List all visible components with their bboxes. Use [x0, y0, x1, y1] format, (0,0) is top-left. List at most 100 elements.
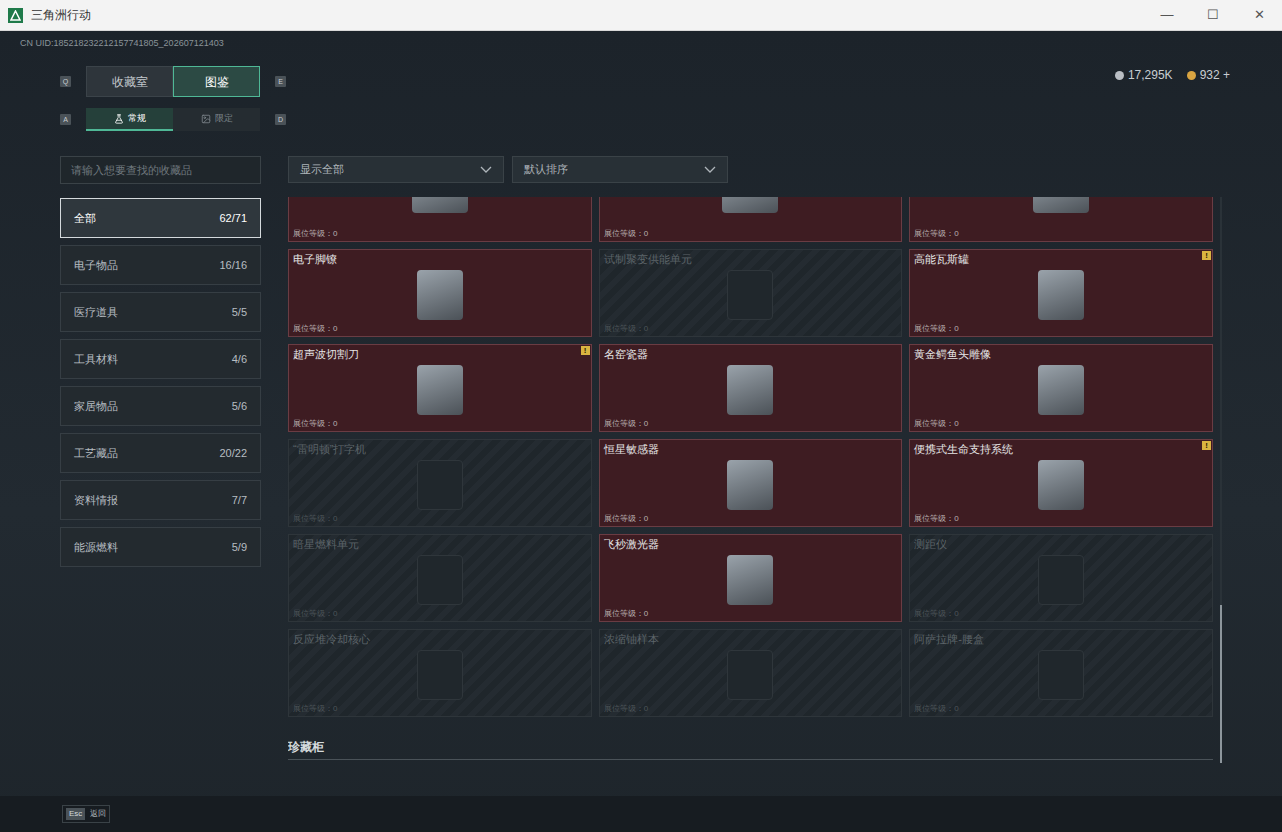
- card-name: 名窑瓷器: [604, 347, 898, 361]
- collection-card[interactable]: 阿萨拉牌-腰盒展位等级：0: [909, 629, 1213, 717]
- chevron-down-icon: [480, 166, 492, 174]
- card-name: 浓缩铀样本: [604, 632, 898, 646]
- card-level: 展位等级：0: [604, 229, 898, 239]
- card-name: 电子脚镣: [293, 252, 587, 266]
- app-window: 三角洲行动 —☐✕CN UID:185218232212157741805_202…: [0, 0, 1282, 832]
- back-button[interactable]: Esc返回: [62, 805, 110, 823]
- card-level: 展位等级：0: [604, 704, 898, 714]
- collection-card[interactable]: 反应堆冷却核心展位等级：0: [288, 629, 592, 717]
- collection-card[interactable]: 恒星敏感器展位等级：0: [599, 439, 903, 527]
- sub-tab[interactable]: 限定: [173, 108, 260, 131]
- collection-card[interactable]: 飞秒激光器展位等级：0: [599, 534, 903, 622]
- new-badge: !: [581, 346, 590, 355]
- card-level: 展位等级：0: [293, 609, 587, 619]
- next-tab-key: E: [275, 76, 286, 87]
- prev-tab-key: Q: [60, 76, 71, 87]
- card-name: 测距仪: [914, 537, 1208, 551]
- card-name: “雷明顿”打字机: [293, 442, 587, 456]
- sidebar-item[interactable]: 能源燃料5/9: [60, 527, 261, 567]
- currency: 17,295K: [1115, 66, 1173, 84]
- new-badge: !: [1202, 251, 1211, 260]
- item-picture: [417, 555, 463, 605]
- item-picture: [1038, 270, 1084, 320]
- filter-dropdown[interactable]: 默认排序: [512, 156, 728, 183]
- card-level: 展位等级：0: [293, 324, 587, 334]
- item-picture: [722, 197, 778, 213]
- card-level: 展位等级：0: [914, 514, 1208, 524]
- sidebar-item[interactable]: 资料情报7/7: [60, 480, 261, 520]
- main-tab[interactable]: 图鉴: [173, 66, 260, 97]
- card-level: 展位等级：0: [914, 609, 1208, 619]
- card-level: 展位等级：0: [604, 324, 898, 334]
- chevron-down-icon: [704, 166, 716, 174]
- prev-subtab-key: A: [60, 114, 71, 125]
- next-subtab-key: D: [275, 114, 286, 125]
- collection-card[interactable]: 浓缩铀样本展位等级：0: [599, 629, 903, 717]
- card-name: 反应堆冷却核心: [293, 632, 587, 646]
- title-bar: 三角洲行动 —☐✕: [0, 0, 1282, 31]
- card-name: 暗星燃料单元: [293, 537, 587, 551]
- collection-card[interactable]: 高能瓦斯罐展位等级：0!: [909, 249, 1213, 337]
- window-control[interactable]: ☐: [1190, 0, 1236, 31]
- card-level: 展位等级：0: [914, 704, 1208, 714]
- esc-key: Esc: [66, 808, 85, 820]
- item-picture: [417, 270, 463, 320]
- card-name: 黄金鳄鱼头雕像: [914, 347, 1208, 361]
- item-picture: [417, 365, 463, 415]
- uid-label: CN UID:185218232212157741805_20260712140…: [0, 31, 1282, 51]
- card-level: 展位等级：0: [293, 419, 587, 429]
- new-badge: !: [1202, 441, 1211, 450]
- collection-card[interactable]: 暗星燃料单元展位等级：0: [288, 534, 592, 622]
- collection-card[interactable]: 名窑瓷器展位等级：0: [599, 344, 903, 432]
- collection-card[interactable]: 展位等级：0: [288, 197, 592, 242]
- item-picture: [727, 555, 773, 605]
- card-name: 飞秒激光器: [604, 537, 898, 551]
- scrollbar[interactable]: [1220, 197, 1222, 763]
- scrollbar-thumb[interactable]: [1220, 605, 1222, 763]
- sidebar-item[interactable]: 全部62/71: [60, 198, 261, 238]
- item-picture: [412, 197, 468, 213]
- sidebar-item[interactable]: 医疗道具5/5: [60, 292, 261, 332]
- sidebar-item[interactable]: 电子物品16/16: [60, 245, 261, 285]
- footer: Esc返回: [0, 796, 1282, 832]
- collection-card[interactable]: “雷明顿”打字机展位等级：0: [288, 439, 592, 527]
- main-tab[interactable]: 收藏室: [86, 66, 173, 97]
- section-header: 珍藏柜: [288, 738, 1213, 760]
- collection-card[interactable]: 测距仪展位等级：0: [909, 534, 1213, 622]
- item-picture: [1038, 365, 1084, 415]
- item-picture: [1038, 650, 1084, 700]
- search-field[interactable]: 请输入想要查找的收藏品: [60, 156, 261, 184]
- item-picture: [1038, 460, 1084, 510]
- limited-icon: [201, 114, 211, 124]
- sub-tab[interactable]: 常规: [86, 108, 173, 131]
- collection-card[interactable]: 黄金鳄鱼头雕像展位等级：0: [909, 344, 1213, 432]
- regular-icon: [114, 114, 124, 124]
- card-level: 展位等级：0: [914, 419, 1208, 429]
- card-name: 高能瓦斯罐: [914, 252, 1208, 266]
- item-picture: [1038, 555, 1084, 605]
- card-name: 超声波切割刀: [293, 347, 587, 361]
- filter-dropdown[interactable]: 显示全部: [288, 156, 504, 183]
- card-name: 恒星敏感器: [604, 442, 898, 456]
- window-control[interactable]: ✕: [1236, 0, 1282, 31]
- sidebar-item[interactable]: 家居物品5/6: [60, 386, 261, 426]
- coin-icon: [1115, 71, 1124, 80]
- currency-bar: 17,295K 932 +: [1115, 66, 1230, 131]
- coin-icon: [1187, 71, 1196, 80]
- collection-list[interactable]: 展位等级：0展位等级：0展位等级：0电子脚镣展位等级：0试制聚变供能单元展位等级…: [288, 197, 1213, 763]
- collection-card[interactable]: 便携式生命支持系统展位等级：0!: [909, 439, 1213, 527]
- item-picture: [727, 270, 773, 320]
- card-level: 展位等级：0: [293, 514, 587, 524]
- card-name: 试制聚变供能单元: [604, 252, 898, 266]
- collection-card[interactable]: 超声波切割刀展位等级：0!: [288, 344, 592, 432]
- window-title: 三角洲行动: [31, 6, 91, 24]
- collection-card[interactable]: 展位等级：0: [599, 197, 903, 242]
- sidebar-item[interactable]: 工艺藏品20/22: [60, 433, 261, 473]
- window-control[interactable]: —: [1144, 0, 1190, 31]
- sidebar-item[interactable]: 工具材料4/6: [60, 339, 261, 379]
- collection-card[interactable]: 试制聚变供能单元展位等级：0: [599, 249, 903, 337]
- collection-card[interactable]: 展位等级：0: [909, 197, 1213, 242]
- currency: 932 +: [1187, 66, 1230, 84]
- collection-card[interactable]: 电子脚镣展位等级：0: [288, 249, 592, 337]
- card-level: 展位等级：0: [293, 704, 587, 714]
